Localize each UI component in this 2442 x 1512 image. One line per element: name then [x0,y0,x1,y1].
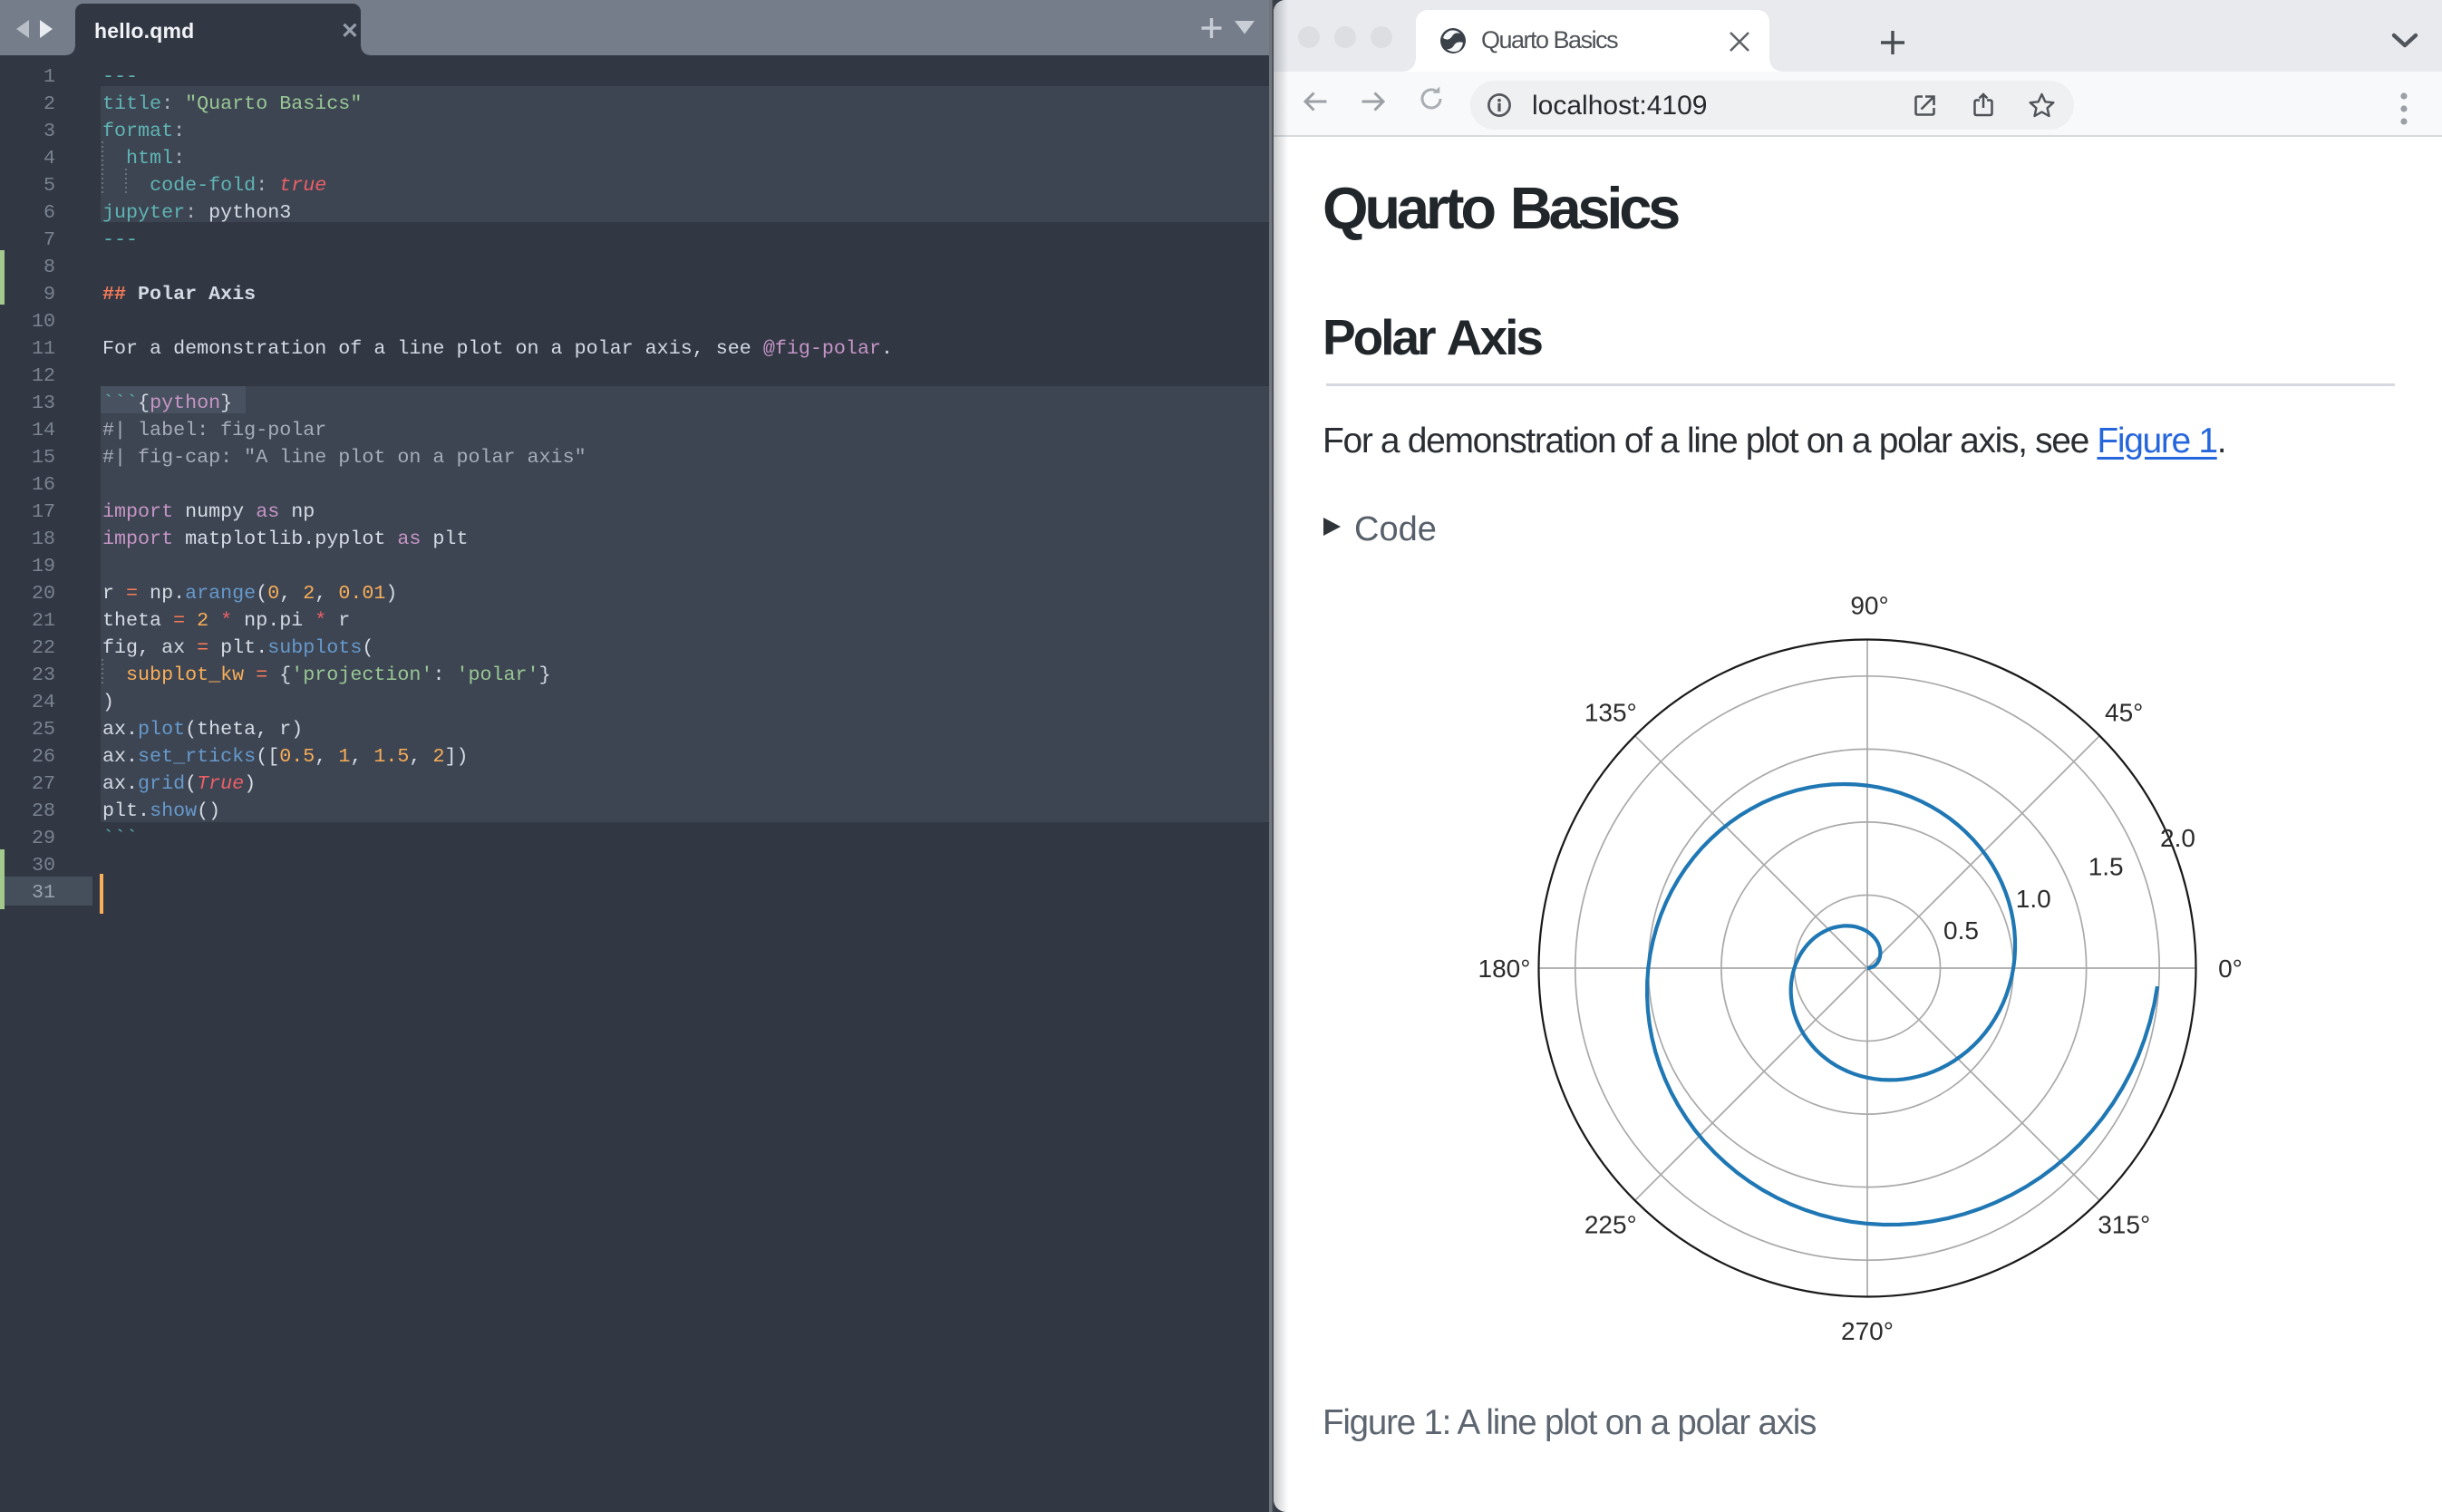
svg-text:2.0: 2.0 [2160,824,2195,852]
svg-text:90°: 90° [1850,592,1888,620]
svg-text:270°: 270° [1841,1317,1894,1345]
svg-text:0°: 0° [2218,955,2243,983]
svg-text:225°: 225° [1584,1211,1637,1239]
svg-text:180°: 180° [1478,955,1531,983]
svg-text:1.0: 1.0 [2016,885,2051,913]
svg-text:1.5: 1.5 [2088,853,2124,881]
svg-text:0.5: 0.5 [1943,916,1979,945]
svg-text:315°: 315° [2098,1211,2150,1239]
svg-text:135°: 135° [1584,698,1637,726]
svg-text:45°: 45° [2105,698,2143,726]
